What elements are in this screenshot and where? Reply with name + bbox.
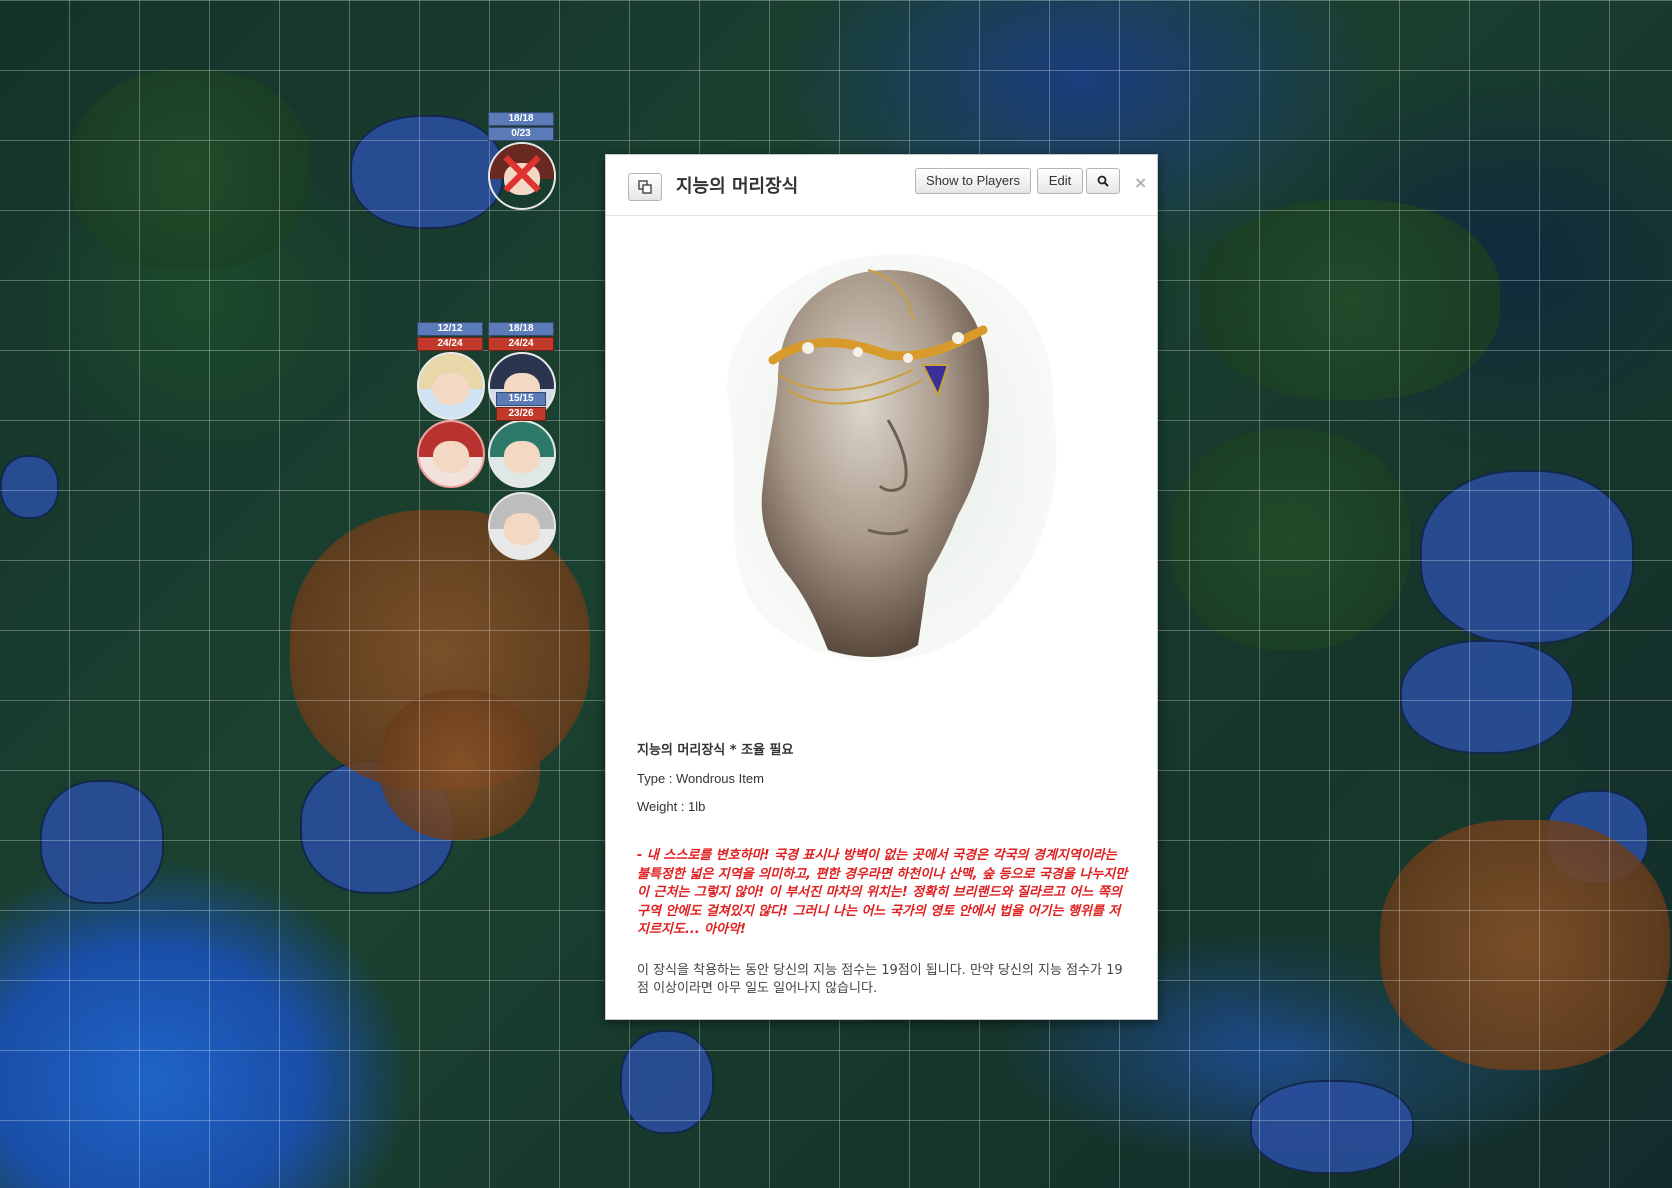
rock-cluster [0, 455, 59, 519]
rock-cluster [350, 115, 504, 229]
item-type: Type : Wondrous Item [637, 771, 764, 786]
token-defeated[interactable]: 18/18 0/23 ✕ [488, 112, 556, 210]
rock-cluster [1420, 470, 1634, 644]
rock-cluster [1400, 640, 1574, 754]
green-trees [70, 70, 310, 270]
item-dialog: 지능의 머리장식 Show to Players Edit × 지능의 머리장식… [605, 154, 1158, 1020]
token-portrait [417, 420, 485, 488]
flavor-text: - 내 스스로를 변호하마! 국경 표시나 방벽이 없는 곳에서 국경은 각국의… [637, 848, 1128, 937]
token-bar: 23/26 [496, 407, 546, 421]
autumn-trees [1380, 820, 1670, 1070]
token-silver-hair[interactable] [488, 492, 556, 560]
search-icon [1097, 175, 1109, 187]
token-bar: 15/15 [496, 392, 546, 406]
token-blonde[interactable]: 12/12 24/24 [417, 322, 485, 420]
edit-button[interactable]: Edit [1037, 168, 1083, 194]
show-to-players-button[interactable]: Show to Players [915, 168, 1031, 194]
rock-cluster [620, 1030, 714, 1134]
green-trees [1170, 430, 1410, 650]
token-red-hood[interactable] [417, 420, 485, 488]
token-bar: 18/18 [488, 112, 554, 126]
item-name: 지능의 머리장식 * 조율 필요 [637, 743, 794, 758]
token-bar: 18/18 [488, 322, 554, 336]
token-bar: 24/24 [488, 337, 554, 351]
circlet-of-intellect-image [727, 254, 1057, 662]
zoom-button[interactable] [1086, 168, 1120, 194]
rock-cluster [1250, 1080, 1414, 1174]
token-bar: 12/12 [417, 322, 483, 336]
rock-cluster [40, 780, 164, 904]
rule-text: 이 장식을 착용하는 동안 당신의 지능 점수는 19점이 됩니다. 만약 당신… [637, 962, 1123, 997]
token-green-hair-bars: 15/15 23/26 [496, 392, 546, 422]
item-weight: Weight : 1lb [637, 799, 706, 814]
item-description: 지능의 머리장식 * 조율 필요 Type : Wondrous Item We… [637, 743, 1132, 999]
dialog-titlebar[interactable]: 지능의 머리장식 Show to Players Edit × [606, 155, 1157, 216]
green-trees [1200, 200, 1500, 400]
copy-button[interactable] [628, 173, 662, 201]
autumn-trees [380, 690, 540, 840]
dialog-title: 지능의 머리장식 [676, 176, 799, 197]
token-portrait [488, 420, 556, 488]
close-icon[interactable]: × [1134, 173, 1147, 192]
token-green-hair[interactable] [488, 420, 556, 488]
defeated-x-icon: ✕ [495, 142, 549, 210]
token-bar: 24/24 [417, 337, 483, 351]
token-bar: 0/23 [488, 127, 554, 141]
token-portrait [417, 352, 485, 420]
token-portrait [488, 492, 556, 560]
copy-icon [638, 180, 652, 194]
token-portrait: ✕ [488, 142, 556, 210]
